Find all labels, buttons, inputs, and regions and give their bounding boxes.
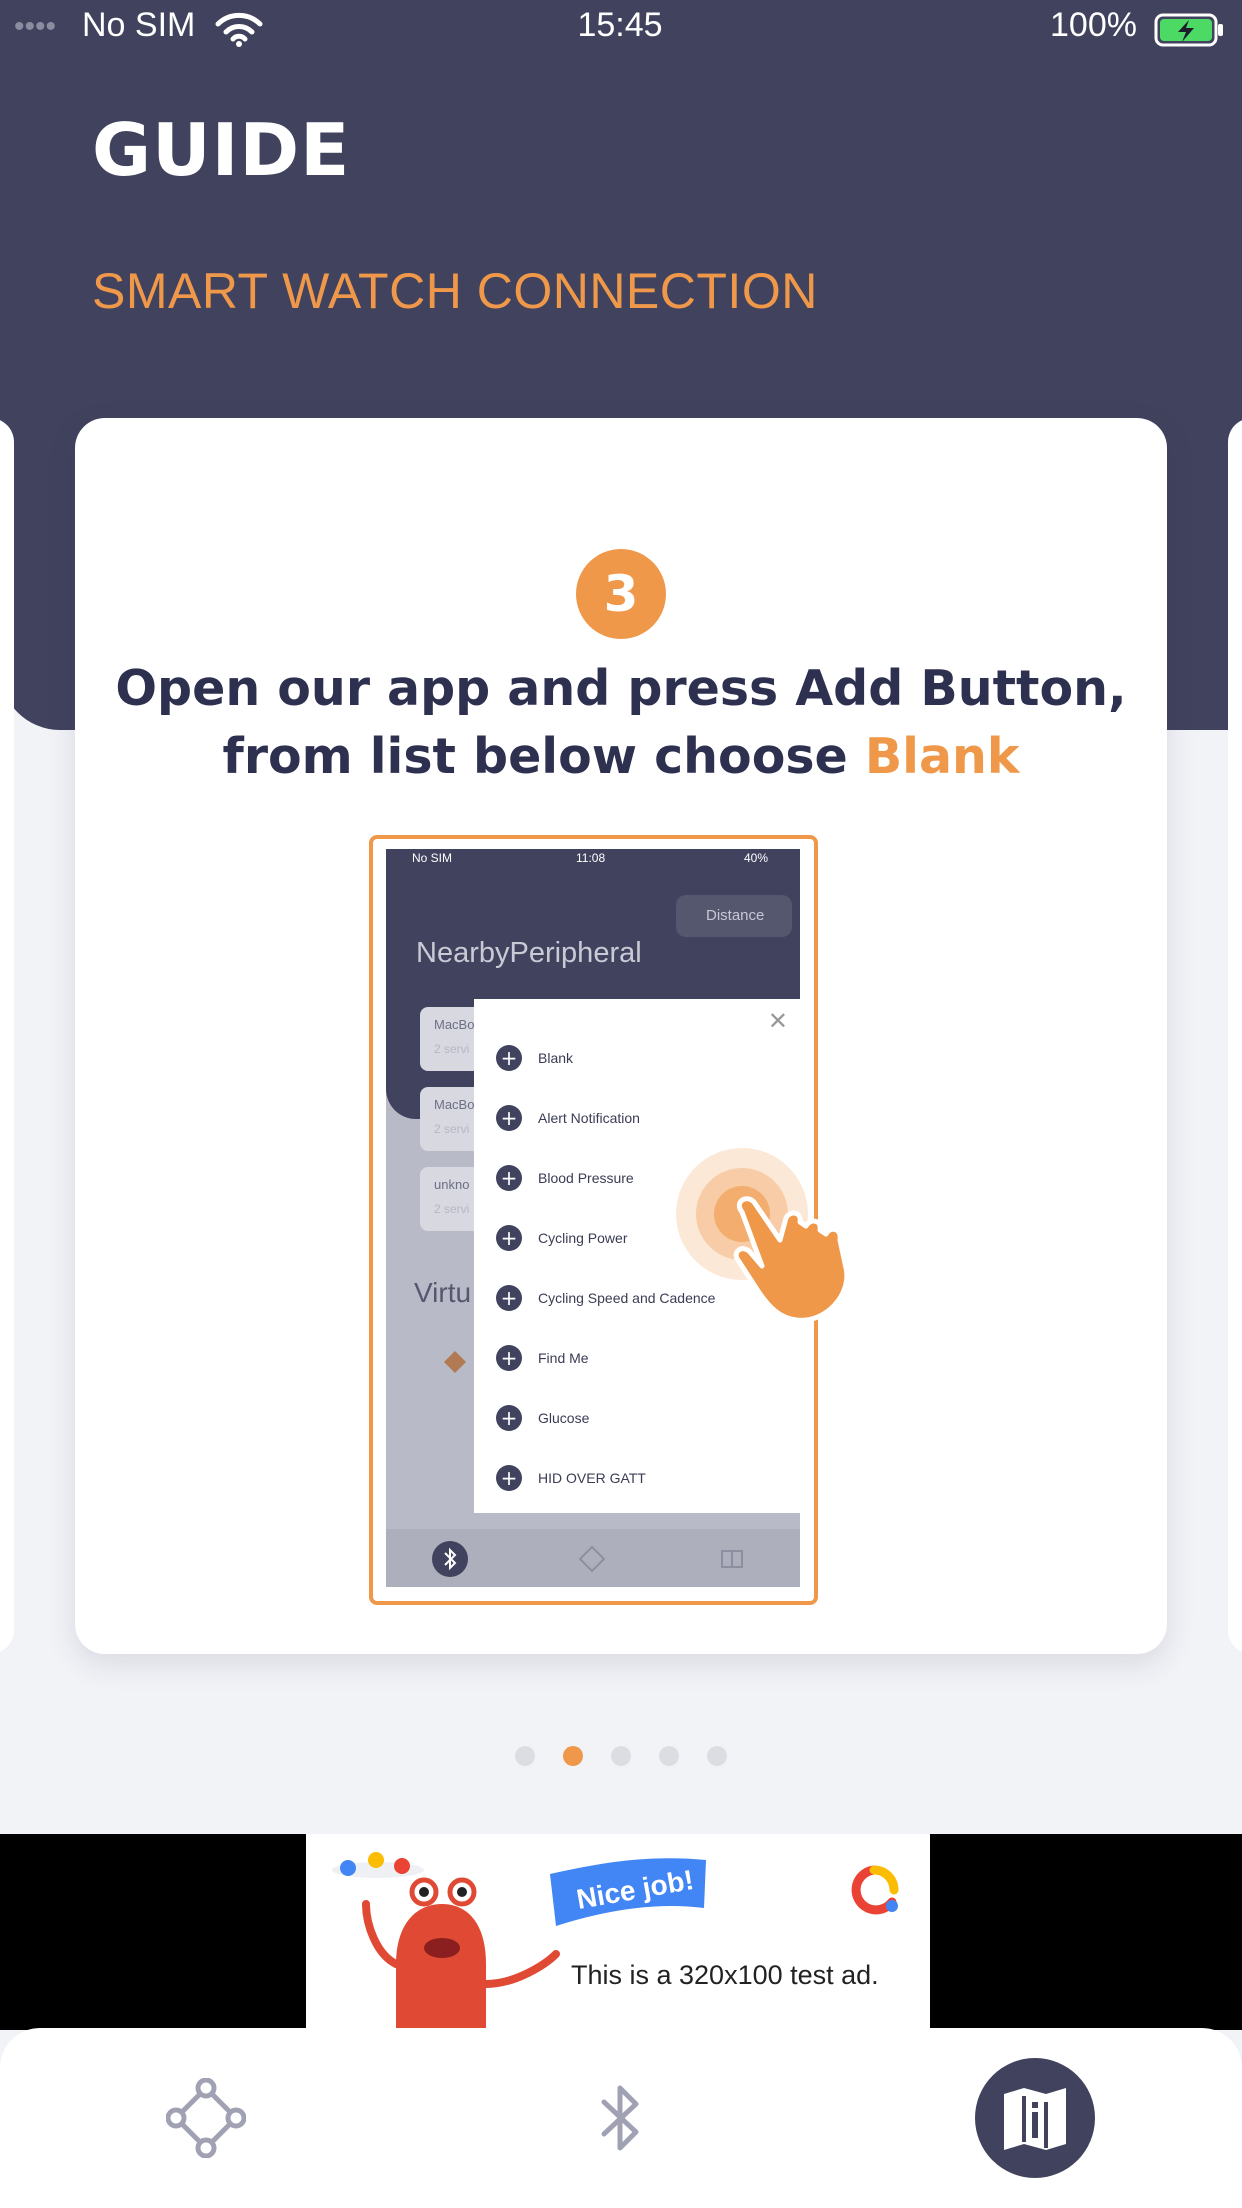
previous-card-peek[interactable]: [0, 418, 14, 1654]
page-title: GUIDE: [92, 108, 351, 192]
clock-time: 15:45: [577, 6, 663, 44]
screenshot-peripheral-name: MacBo: [434, 1097, 475, 1112]
screenshot-time: 11:08: [576, 851, 606, 865]
plus-icon: +: [496, 1405, 522, 1431]
screenshot-diamond-icon: [444, 1351, 466, 1373]
plus-icon: +: [496, 1105, 522, 1131]
monster-mascot-icon: [332, 1852, 560, 2030]
pager-dot[interactable]: [611, 1746, 631, 1766]
page-subtitle: SMART WATCH CONNECTION: [92, 263, 818, 319]
popup-item-find-me: + Find Me: [496, 1343, 589, 1373]
next-card-peek[interactable]: [1228, 418, 1242, 1654]
ad-text: This is a 320x100 test ad.: [571, 1960, 879, 1990]
screenshot-distance-label: Distance: [706, 907, 765, 924]
plus-icon: +: [496, 1165, 522, 1191]
battery-charging-icon: [1154, 13, 1223, 47]
popup-close-icon: ✕: [767, 1007, 788, 1035]
plus-icon: +: [496, 1225, 522, 1251]
plus-icon: +: [496, 1285, 522, 1311]
screenshot-book-icon: [721, 1550, 743, 1568]
popup-item-blank: + Blank: [496, 1043, 573, 1073]
popup-item-glucose: + Glucose: [496, 1403, 589, 1433]
screenshot-peripheral-name: unkno: [434, 1177, 470, 1192]
plus-icon: +: [496, 1465, 522, 1491]
screenshot-peripheral-name: MacBo: [434, 1017, 475, 1032]
step-number-badge: 3: [576, 549, 666, 639]
screenshot-diamond-tab-icon: [578, 1545, 606, 1573]
plus-icon: +: [496, 1045, 522, 1071]
pager-dot-active[interactable]: [563, 1746, 583, 1766]
popup-item-hid-over-gatt: + HID OVER GATT: [496, 1463, 646, 1493]
step-instruction: Open our app and press Add Button, from …: [110, 655, 1132, 791]
popup-item-alert-notification: + Alert Notification: [496, 1103, 640, 1133]
popup-item-label: HID OVER GATT: [538, 1470, 646, 1486]
peripheral-diamond-icon[interactable]: [166, 2078, 246, 2158]
screenshot-heading: NearbyPeripheral: [416, 937, 642, 969]
popup-item-label: Blood Pressure: [538, 1170, 634, 1186]
carrier-label: No SIM: [82, 6, 196, 44]
screenshot-battery: 40%: [744, 851, 769, 865]
popup-item-label: Alert Notification: [538, 1110, 640, 1126]
screenshot-carrier: No SIM: [412, 851, 453, 865]
test-ad-banner[interactable]: Nice job! This is a 320x100 test ad.: [306, 1834, 930, 2030]
battery-percentage: 100%: [1050, 6, 1137, 44]
popup-item-cycling-power: + Cycling Power: [496, 1223, 627, 1253]
guide-book-icon[interactable]: [998, 2082, 1072, 2154]
popup-item-label: Find Me: [538, 1350, 589, 1366]
signal-dots-icon: ••••: [14, 10, 57, 43]
screenshot-virtual-heading: Virtu: [414, 1277, 472, 1308]
popup-item-label: Cycling Power: [538, 1230, 628, 1246]
pager-dot[interactable]: [515, 1746, 535, 1766]
pager-dot[interactable]: [659, 1746, 679, 1766]
wifi-icon: [215, 12, 263, 47]
popup-item-blood-pressure: + Blood Pressure: [496, 1163, 634, 1193]
bluetooth-icon[interactable]: [590, 2078, 650, 2158]
screenshot-distance-button: Distance: [676, 895, 792, 937]
plus-icon: +: [496, 1345, 522, 1371]
popup-item-label: Glucose: [538, 1410, 590, 1426]
pager-dot[interactable]: [707, 1746, 727, 1766]
screenshot-bluetooth-icon: [432, 1541, 468, 1577]
instruction-highlight: Blank: [864, 728, 1020, 785]
popup-item-label: Blank: [538, 1050, 574, 1066]
screenshot-tab-bar: [386, 1529, 800, 1587]
tap-hand-icon: [676, 1148, 850, 1323]
ad-choices-logo-icon: [851, 1865, 899, 1915]
